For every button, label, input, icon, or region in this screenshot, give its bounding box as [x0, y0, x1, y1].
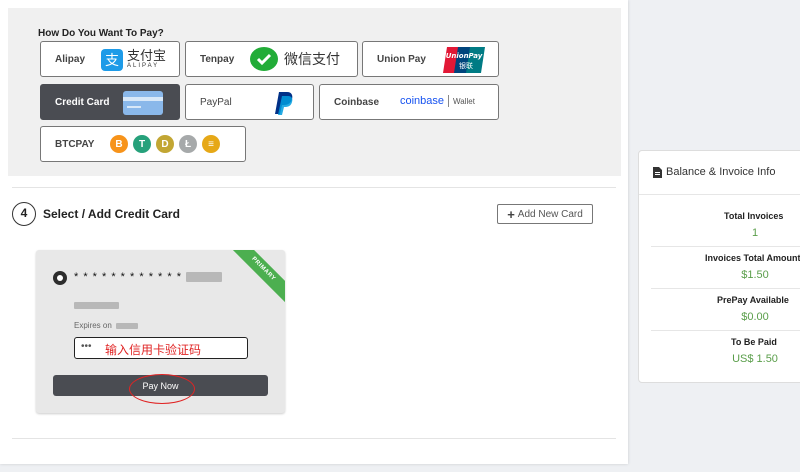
stat-label-invoices-total: Invoices Total Amount: [705, 253, 800, 263]
card-number-mask: * * * * * * * * * * * *: [74, 271, 182, 283]
card-select-radio[interactable]: [53, 271, 67, 285]
alipay-logo-text: 支付宝: [127, 48, 167, 63]
redacted-card-digits: [186, 272, 223, 283]
plus-icon: +: [507, 206, 515, 222]
redacted-expiry-date: [116, 322, 139, 329]
crypto-coins-icon: B T D Ł ≡: [110, 135, 225, 153]
main-panel: How Do You Want To Pay? Alipay 支 支付宝 ALI…: [0, 0, 628, 464]
payment-method-section: How Do You Want To Pay? Alipay 支 支付宝 ALI…: [8, 8, 621, 176]
payment-option-paypal[interactable]: PayPal: [185, 84, 314, 120]
stat-value-prepay: $0.00: [741, 311, 769, 323]
payment-option-alipay[interactable]: Alipay 支 支付宝 ALIPAY: [40, 41, 180, 77]
cvv-value: •••: [81, 341, 92, 352]
balance-invoice-panel: Balance & Invoice Info Total Invoices 1 …: [638, 150, 800, 383]
svg-text:支: 支: [105, 53, 119, 69]
section-divider: [12, 187, 616, 188]
dogecoin-icon: D: [156, 135, 174, 153]
balance-header: Balance & Invoice Info: [653, 166, 775, 178]
payment-option-label: Union Pay: [377, 53, 426, 65]
payment-option-label: Credit Card: [55, 96, 110, 108]
primary-ribbon-label: PRIMARY: [229, 250, 285, 305]
wechat-pay-logo-text: 微信支付: [284, 51, 340, 67]
payment-option-coinbase[interactable]: Coinbase coinbase Wallet: [319, 84, 499, 120]
stat-value-invoices-total: $1.50: [741, 269, 769, 281]
alipay-logo-sub: ALIPAY: [127, 63, 160, 69]
coinbase-icon: coinbase Wallet: [400, 95, 475, 107]
unionpay-icon: UnionPay 银联: [443, 47, 485, 73]
invoice-icon: [653, 166, 662, 178]
coinbase-logo-text: coinbase: [400, 95, 445, 107]
card-expiry: Expires on: [74, 321, 139, 330]
paypal-icon: [273, 90, 295, 116]
litecoin-icon: Ł: [179, 135, 197, 153]
add-new-card-label: Add New Card: [517, 208, 583, 220]
payment-option-label: Alipay: [55, 53, 86, 65]
balance-divider: [639, 194, 800, 195]
payment-option-credit-card[interactable]: Credit Card: [40, 84, 180, 120]
wechat-pay-icon: 微信支付: [250, 47, 340, 71]
balance-divider: [651, 330, 800, 331]
step-title: Select / Add Credit Card: [43, 207, 180, 221]
payment-option-label: BTCPAY: [55, 138, 95, 150]
card-number: * * * * * * * * * * * *: [74, 271, 223, 283]
section-divider: [12, 438, 616, 439]
primary-ribbon: PRIMARY: [229, 250, 285, 306]
unionpay-logo-text: UnionPay: [446, 52, 483, 60]
coin-icon: ≡: [202, 135, 220, 153]
cvv-annotation: 输入信用卡验证码: [105, 343, 202, 357]
stat-label-to-be-paid: To Be Paid: [731, 337, 777, 347]
balance-divider: [651, 246, 800, 247]
unionpay-logo-sub: 银联: [459, 61, 473, 70]
bitcoin-icon: B: [110, 135, 128, 153]
tether-icon: T: [133, 135, 151, 153]
payment-option-label: Coinbase: [334, 96, 380, 108]
payment-option-label: Tenpay: [200, 53, 235, 65]
credit-card-icon: [123, 91, 163, 115]
cvv-input[interactable]: ••• 输入信用卡验证码: [74, 337, 248, 359]
stat-value-total-invoices: 1: [751, 227, 759, 239]
card-expiry-label: Expires on: [74, 321, 112, 330]
step-number-badge: 4: [12, 202, 36, 226]
alipay-icon: 支 支付宝 ALIPAY: [101, 49, 166, 71]
payment-option-btcpay[interactable]: BTCPAY B T D Ł ≡: [40, 126, 246, 162]
payment-section-title: How Do You Want To Pay?: [38, 28, 164, 39]
stat-label-total-invoices: Total Invoices: [724, 211, 784, 221]
add-new-card-button[interactable]: + Add New Card: [497, 204, 593, 224]
saved-credit-card[interactable]: PRIMARY * * * * * * * * * * * * Expires …: [36, 250, 285, 413]
coinbase-logo-sub: Wallet: [453, 96, 475, 106]
payment-option-tenpay[interactable]: Tenpay 微信支付: [185, 41, 358, 77]
payment-option-label: PayPal: [200, 96, 232, 108]
stat-label-prepay: PrePay Available: [717, 295, 789, 305]
payment-option-unionpay[interactable]: Union Pay UnionPay 银联: [362, 41, 499, 77]
pay-now-button[interactable]: Pay Now: [53, 375, 268, 396]
stat-value-to-be-paid: US$ 1.50: [732, 353, 778, 365]
balance-header-title: Balance & Invoice Info: [666, 166, 776, 178]
redacted-cardholder-name: [74, 302, 119, 309]
balance-divider: [651, 288, 800, 289]
